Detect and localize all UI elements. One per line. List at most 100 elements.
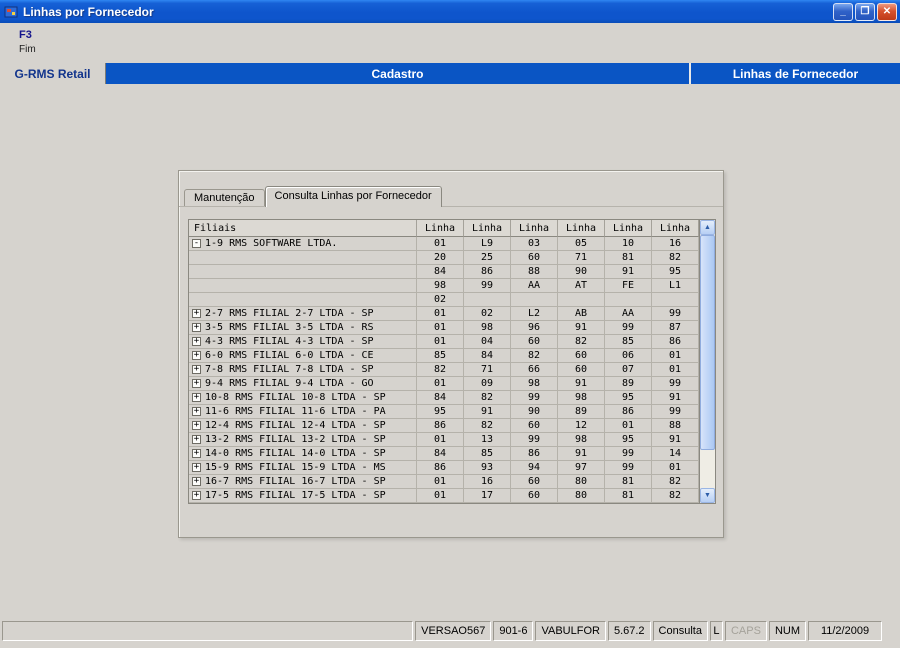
linha-cell[interactable]: 98 <box>417 279 464 293</box>
restore-button[interactable]: ❐ <box>855 3 875 21</box>
filial-cell[interactable] <box>189 293 417 307</box>
linha-cell[interactable]: 91 <box>605 265 652 279</box>
filial-cell[interactable]: + 13-2 RMS FILIAL 13-2 LTDA - SP <box>189 433 417 447</box>
linha-cell[interactable]: 99 <box>605 321 652 335</box>
linha-cell[interactable]: 86 <box>605 405 652 419</box>
expand-icon[interactable]: + <box>192 491 201 500</box>
expand-icon[interactable]: + <box>192 337 201 346</box>
linha-cell[interactable]: 03 <box>511 237 558 251</box>
linha-cell[interactable]: 95 <box>652 265 699 279</box>
linha-cell[interactable]: 89 <box>605 377 652 391</box>
table-row[interactable]: + 6-0 RMS FILIAL 6-0 LTDA - CE 858482600… <box>189 349 699 363</box>
filial-cell[interactable]: + 17-5 RMS FILIAL 17-5 LTDA - SP <box>189 489 417 503</box>
table-row[interactable]: + 17-5 RMS FILIAL 17-5 LTDA - SP 0117608… <box>189 489 699 503</box>
table-row[interactable]: + 10-8 RMS FILIAL 10-8 LTDA - SP 8482999… <box>189 391 699 405</box>
linha-cell[interactable]: 87 <box>652 321 699 335</box>
filial-cell[interactable]: + 4-3 RMS FILIAL 4-3 LTDA - SP <box>189 335 417 349</box>
expand-icon[interactable]: + <box>192 309 201 318</box>
table-row[interactable]: 848688909195 <box>189 265 699 279</box>
linha-cell[interactable]: 81 <box>605 251 652 265</box>
expand-icon[interactable]: + <box>192 365 201 374</box>
linha-cell[interactable]: 60 <box>511 251 558 265</box>
linha-cell[interactable]: 60 <box>511 489 558 503</box>
linha-cell[interactable]: 99 <box>511 433 558 447</box>
table-row[interactable]: - 1-9 RMS SOFTWARE LTDA. 01L903051016 <box>189 237 699 251</box>
filial-cell[interactable]: + 15-9 RMS FILIAL 15-9 LTDA - MS <box>189 461 417 475</box>
linha-cell[interactable]: L2 <box>511 307 558 321</box>
filial-cell[interactable]: + 9-4 RMS FILIAL 9-4 LTDA - GO <box>189 377 417 391</box>
scrollbar-thumb[interactable] <box>700 235 715 450</box>
linha-cell[interactable]: AA <box>511 279 558 293</box>
linha-cell[interactable]: 84 <box>417 391 464 405</box>
linha-cell[interactable]: 01 <box>417 433 464 447</box>
linha-cell[interactable]: 98 <box>464 321 511 335</box>
linha-cell[interactable] <box>464 293 511 307</box>
menu-item-grms-retail[interactable]: G-RMS Retail <box>0 63 106 84</box>
linha-cell[interactable]: 01 <box>417 377 464 391</box>
linha-cell[interactable] <box>558 293 605 307</box>
linha-cell[interactable]: 91 <box>652 433 699 447</box>
linha-cell[interactable]: 89 <box>558 405 605 419</box>
linha-cell[interactable]: 25 <box>464 251 511 265</box>
linha-cell[interactable]: 99 <box>511 391 558 405</box>
expand-icon[interactable]: + <box>192 435 201 444</box>
table-row[interactable]: + 3-5 RMS FILIAL 3-5 LTDA - RS 019896919… <box>189 321 699 335</box>
linha-cell[interactable]: 14 <box>652 447 699 461</box>
linha-cell[interactable]: 12 <box>558 419 605 433</box>
linha-cell[interactable]: 60 <box>511 335 558 349</box>
expand-icon[interactable]: + <box>192 393 201 402</box>
table-row[interactable]: + 7-8 RMS FILIAL 7-8 LTDA - SP 827166600… <box>189 363 699 377</box>
linha-cell[interactable]: 85 <box>464 447 511 461</box>
linha-cell[interactable]: 06 <box>605 349 652 363</box>
linha-cell[interactable]: 95 <box>417 405 464 419</box>
linha-cell[interactable]: 01 <box>652 363 699 377</box>
linha-cell[interactable]: 81 <box>605 489 652 503</box>
filial-cell[interactable]: - 1-9 RMS SOFTWARE LTDA. <box>189 237 417 251</box>
filial-cell[interactable]: + 16-7 RMS FILIAL 16-7 LTDA - SP <box>189 475 417 489</box>
linha-cell[interactable]: 88 <box>511 265 558 279</box>
linha-cell[interactable]: 84 <box>464 349 511 363</box>
linha-cell[interactable]: 85 <box>417 349 464 363</box>
table-row[interactable]: + 2-7 RMS FILIAL 2-7 LTDA - SP 0102L2ABA… <box>189 307 699 321</box>
linha-cell[interactable]: AT <box>558 279 605 293</box>
table-row[interactable]: 02 <box>189 293 699 307</box>
linha-cell[interactable]: 71 <box>464 363 511 377</box>
tab-manutencao[interactable]: Manutenção <box>184 189 265 206</box>
linha-cell[interactable]: 71 <box>558 251 605 265</box>
linha-cell[interactable]: 95 <box>605 391 652 405</box>
expand-icon[interactable]: + <box>192 449 201 458</box>
linha-cell[interactable]: 91 <box>558 321 605 335</box>
filial-cell[interactable]: + 2-7 RMS FILIAL 2-7 LTDA - SP <box>189 307 417 321</box>
linha-cell[interactable]: 07 <box>605 363 652 377</box>
linha-cell[interactable]: 96 <box>511 321 558 335</box>
linha-cell[interactable]: 99 <box>464 279 511 293</box>
scroll-up-button[interactable]: ▲ <box>700 220 715 235</box>
linha-cell[interactable]: 99 <box>652 377 699 391</box>
linha-cell[interactable]: 86 <box>464 265 511 279</box>
filial-cell[interactable] <box>189 279 417 293</box>
expand-icon[interactable]: + <box>192 351 201 360</box>
linha-cell[interactable]: 01 <box>417 489 464 503</box>
linha-cell[interactable]: 99 <box>605 447 652 461</box>
table-row[interactable]: + 4-3 RMS FILIAL 4-3 LTDA - SP 010460828… <box>189 335 699 349</box>
menu-item-linhas-de-fornecedor[interactable]: Linhas de Fornecedor <box>689 63 900 84</box>
linha-cell[interactable]: 20 <box>417 251 464 265</box>
linha-cell[interactable]: 90 <box>511 405 558 419</box>
linha-cell[interactable]: 16 <box>652 237 699 251</box>
linha-cell[interactable]: 05 <box>558 237 605 251</box>
linha-cell[interactable]: 91 <box>652 391 699 405</box>
linha-cell[interactable] <box>605 293 652 307</box>
linha-cell[interactable]: 16 <box>464 475 511 489</box>
linha-cell[interactable]: 86 <box>417 419 464 433</box>
linha-cell[interactable]: 81 <box>605 475 652 489</box>
linha-cell[interactable]: 01 <box>417 237 464 251</box>
tab-consulta-linhas-por-fornecedor[interactable]: Consulta Linhas por Fornecedor <box>265 186 442 207</box>
linha-cell[interactable]: AA <box>605 307 652 321</box>
linha-cell[interactable]: 60 <box>511 419 558 433</box>
linha-cell[interactable]: 95 <box>605 433 652 447</box>
linha-cell[interactable] <box>652 293 699 307</box>
linha-cell[interactable]: 91 <box>558 447 605 461</box>
filial-cell[interactable]: + 3-5 RMS FILIAL 3-5 LTDA - RS <box>189 321 417 335</box>
expand-icon[interactable]: + <box>192 463 201 472</box>
linha-cell[interactable]: 98 <box>558 391 605 405</box>
